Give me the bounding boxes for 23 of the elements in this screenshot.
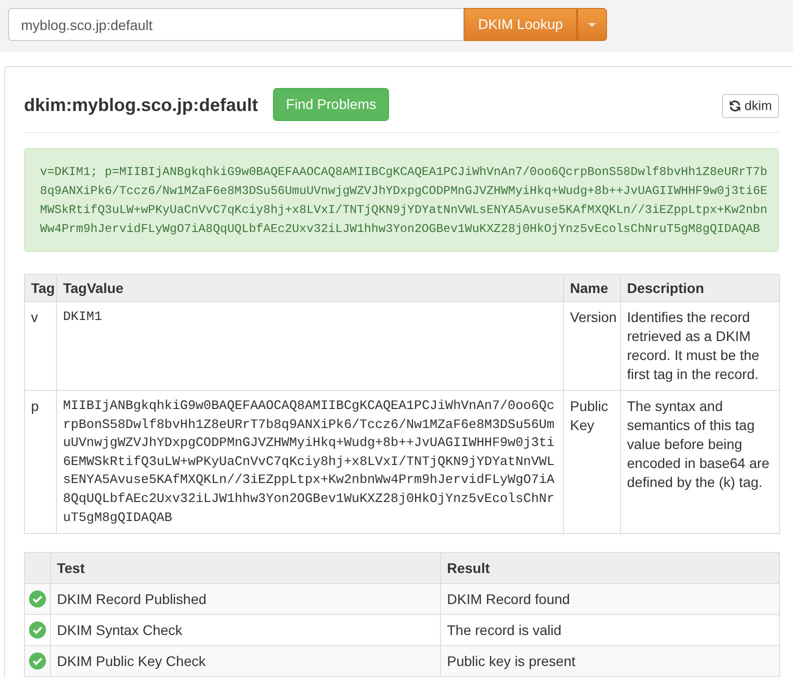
- caret-icon: [588, 22, 596, 26]
- description-cell: The syntax and semantics of this tag value before being encoded in base64 are defined by the (k) tag.: [620, 390, 780, 534]
- column-header: Name: [564, 274, 620, 302]
- column-header: TagValue: [56, 274, 564, 302]
- tag-cell: p: [24, 390, 56, 534]
- column-header: Tag: [24, 274, 56, 302]
- refresh-icon: [728, 100, 741, 112]
- page-title: dkim:myblog.sco.jp:default: [24, 94, 258, 116]
- column-header: Test: [50, 552, 440, 584]
- test-name-cell: DKIM Public Key Check: [50, 646, 440, 677]
- result-cell: Public key is present: [440, 646, 780, 677]
- column-header: Description: [620, 274, 780, 302]
- tag-value-cell: MIIBIjANBgkqhkiG9w0BAQEFAAOCAQ8AMIIBCgKCAQEA1PCJiWhVnAn7/0oo6QcrpBonS58Dwlf8bvHh1Z8eURrT7b8q9ANXiPk6/Tccz6/Nw1MZaF6e8M3DSu56UmuUVnwjgWZVJhYDxpgCODPMnGJVZHWMyiHkq+Wudg+8b++JvUAGIIWHHF9w0j3ti6EMWSkRtifQ3uLW+wPKyUaCnVvC7qKciy8hj+x8LVxI/TNTjQKN9jYDYatNnVWLsENYA5Avuse5KAfMXQKLn//3iEZppLtpx+Kw2nbnWw4Prm9hJervidFLyWgO7iA8QqUQLbfAEc2Uxv32iLJW1hhw3Yon2OGBev1WuKXZ28j0HkOjYnz5vEcolsChNruT5gM8gQIDAQAB: [56, 390, 564, 534]
- dkim-record-text: v=DKIM1; p=MIIBIjANBgkqhkiG9w0BAQEFAAOCAQ8AMIIBCgKCAQEA1PCJiWhVnAn7/0oo6QcrpBonS58Dwlf8bvHh1Z8eURrT7b8q9ANXiPk6/Tccz6/Nw1MZaF6e8M3DSu56UmuUVnwjgWZVJhYDxpgCODPMnGJVZHWMyiHkq+Wudg+8b++JvUAGIIWHHF9w0j3ti6EMWSkRtifQ3uLW+wPKyUaCnVvC7qKciy8hj+x8LVxI/TNTjQKN9jYDYatNnVWLsENYA5Avuse5KAfMXQKLn//3iEZppLtpx+Kw2nbnWw4Prm9hJervidFLyWgO7iA8QqUQLbfAEc2Uxv32iLJW1hhw3Yon2OGBev1WuKXZ28j0HkOjYnz5vEcolsChNruT5gM8gQIDAQAB: [24, 148, 779, 252]
- search-field[interactable]: myblog.sco.jp:default: [8, 8, 464, 41]
- name-cell: Public Key: [564, 390, 620, 534]
- dropdown-toggle-button[interactable]: [577, 8, 607, 41]
- refresh-button[interactable]: dkim: [722, 94, 779, 118]
- column-header: Result: [440, 552, 780, 584]
- description-cell: Identifies the record retrieved as a DKIM record. It must be the first tag in the record.: [620, 302, 780, 390]
- name-cell: Version: [564, 302, 620, 390]
- tag-cell: v: [24, 302, 56, 390]
- tag-value-cell: DKIM1: [56, 302, 564, 390]
